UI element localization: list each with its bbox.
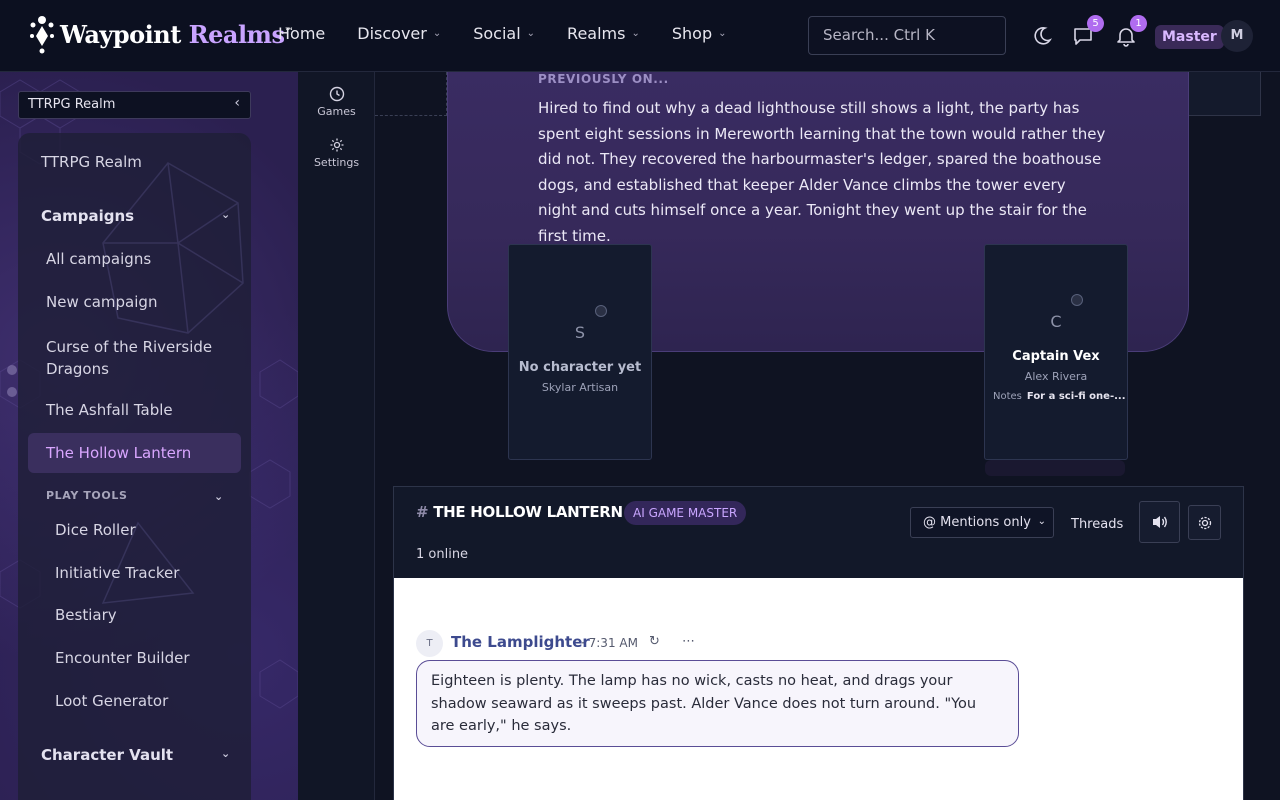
seat-status-dot <box>1071 294 1083 306</box>
seat-character-name: No character yet <box>518 360 642 375</box>
message-list: T The Lamplighter · 7:31 AM ↻ ⋯ Eighteen… <box>394 578 1243 800</box>
seat-notes-value: For a sci-fi one-... <box>1026 391 1126 402</box>
chevron-left-icon[interactable]: ‹ <box>234 95 240 111</box>
speaker-icon <box>1152 516 1167 528</box>
gear-icon <box>1198 516 1211 530</box>
user-avatar[interactable]: M <box>1221 20 1253 52</box>
nav-home[interactable]: Home <box>278 24 325 43</box>
chat-icon[interactable]: 5 <box>1072 15 1104 47</box>
sidebar-item-initiative-tracker[interactable]: Initiative Tracker <box>55 564 179 582</box>
chevron-down-icon: ⌄ <box>526 28 536 39</box>
sidebar-item-encounter-builder[interactable]: Encounter Builder <box>55 649 190 667</box>
sidebar-item-all-campaigns[interactable]: All campaigns <box>46 250 151 268</box>
sidebar-section-character-vault[interactable]: Character Vault ⌄ <box>41 746 241 764</box>
search-input[interactable]: Search... Ctrl K <box>808 16 1006 55</box>
regenerate-icon[interactable]: ↻ <box>649 634 660 649</box>
threads-button[interactable]: Threads <box>1071 517 1123 532</box>
message-timestamp: · 7:31 AM <box>581 636 638 650</box>
message-author[interactable]: The Lamplighter <box>451 633 590 651</box>
notification-filter-value: @ Mentions only <box>923 515 1031 530</box>
sidebar-item-bestiary[interactable]: Bestiary <box>55 606 117 624</box>
ai-game-master-badge: AI GAME MASTER <box>624 501 747 525</box>
role-badge[interactable]: Master <box>1155 25 1224 49</box>
more-options-icon[interactable]: ⋯ <box>682 634 695 649</box>
chevron-down-icon: ⌄ <box>221 747 231 760</box>
seat-avatar-initial: S <box>574 323 586 342</box>
stage-corner-outline <box>375 72 447 116</box>
recap-label: PREVIOUSLY ON... <box>538 72 669 86</box>
notification-filter-select[interactable]: @ Mentions only ⌄ <box>910 507 1054 538</box>
top-navigation-bar: Waypoint Realms™ Home Discover ⌄ Social ⌄ … <box>0 0 1280 72</box>
seat-character-name: Captain Vex <box>1012 349 1100 364</box>
play-tools-header-label: PLAY TOOLS <box>46 489 128 502</box>
recap-text: Hired to find out why a dead lighthouse … <box>538 99 1106 245</box>
online-count: 1 online <box>416 547 469 562</box>
message-actions: ↻ ⋯ <box>649 634 695 649</box>
brand-logo[interactable]: Waypoint Realms™ <box>28 14 293 54</box>
message-avatar[interactable]: T <box>416 630 443 657</box>
rail-item-games[interactable]: Games <box>298 86 375 118</box>
sidebar-item-the-ashfall-table[interactable]: The Ashfall Table <box>46 401 173 419</box>
rail-item-label: Settings <box>313 156 360 169</box>
chevron-down-icon: ⌄ <box>631 28 640 39</box>
icon-rail: Games Settings <box>298 72 375 800</box>
nav-social[interactable]: Social ⌄ <box>473 24 535 43</box>
seat-player-name: Skylar Artisan <box>541 381 619 394</box>
sidebar-item-dice-roller[interactable]: Dice Roller <box>55 521 136 539</box>
channel-chat-panel: # THE HOLLOW LANTERN AI GAME MASTER 1 on… <box>393 486 1244 800</box>
sidebar-section-play-tools[interactable]: PLAY TOOLS ⌄ <box>46 489 226 503</box>
moon-icon[interactable] <box>1031 25 1053 47</box>
chevron-down-icon: ⌄ <box>214 490 224 503</box>
sidebar-item-new-campaign[interactable]: New campaign <box>46 293 157 311</box>
sidebar-item-realm-home[interactable]: TTRPG Realm <box>41 153 142 171</box>
campaign-stage: PREVIOUSLY ON... Hired to find out why a… <box>375 72 1280 800</box>
channel-title-text: THE HOLLOW LANTERN <box>433 503 623 521</box>
nav-discover[interactable]: Discover ⌄ <box>357 24 441 43</box>
lantern-logo-icon <box>28 14 56 54</box>
seat-avatar-initial: C <box>1050 312 1062 331</box>
seat-notes: Notes For a sci-fi one-... <box>993 391 1126 402</box>
seat-status-dot <box>595 305 607 317</box>
seat-notes-label: Notes <box>993 391 1022 402</box>
chevron-down-icon: ⌄ <box>1037 516 1046 527</box>
rail-item-settings[interactable]: Settings <box>298 137 375 169</box>
seat-shadow-decoration <box>985 460 1125 476</box>
channel-title: # THE HOLLOW LANTERN <box>416 503 623 521</box>
sidebar-section-campaigns[interactable]: Campaigns ⌄ <box>41 207 241 225</box>
chevron-down-icon: ⌄ <box>432 28 442 39</box>
player-seat-card[interactable]: S No character yet Skylar Artisan <box>508 244 652 460</box>
realm-selector[interactable]: TTRPG Realm ‹ <box>18 91 251 119</box>
nav-shop[interactable]: Shop ⌄ <box>672 24 727 43</box>
clock-icon <box>329 86 344 102</box>
player-seat-card[interactable]: C Captain Vex Alex Rivera Notes For a sci… <box>984 244 1128 460</box>
nav-realms[interactable]: Realms ⌄ <box>567 24 640 43</box>
chevron-down-icon: ⌄ <box>718 28 727 39</box>
campaigns-header-label: Campaigns <box>41 207 135 225</box>
character-vault-header-label: Character Vault <box>41 746 174 764</box>
notifications-count-badge: 1 <box>1130 15 1147 32</box>
bell-icon[interactable]: 1 <box>1115 15 1147 47</box>
chevron-down-icon: ⌄ <box>221 208 231 221</box>
sidebar-item-the-hollow-lantern[interactable]: The Hollow Lantern <box>46 444 191 462</box>
main-nav: Home Discover ⌄ Social ⌄ Realms ⌄ Shop ⌄ <box>278 24 759 43</box>
messages-count-badge: 5 <box>1087 15 1104 32</box>
sidebar-item-loot-generator[interactable]: Loot Generator <box>55 692 168 710</box>
hash-icon: # <box>416 503 429 521</box>
gear-icon <box>330 138 343 152</box>
message-bubble: Eighteen is plenty. The lamp has no wick… <box>416 660 1019 747</box>
sound-toggle-button[interactable] <box>1139 501 1180 543</box>
sidebar-item-curse-of-the-riverside-dragons[interactable]: Curse of the Riverside Dragons <box>46 336 226 380</box>
channel-settings-button[interactable] <box>1188 505 1221 540</box>
realm-selector-label: TTRPG Realm <box>28 97 116 112</box>
brand-name: Waypoint Realms™ <box>60 19 293 49</box>
rail-item-label: Games <box>317 105 356 118</box>
seat-player-name: Alex Rivera <box>1024 370 1088 383</box>
